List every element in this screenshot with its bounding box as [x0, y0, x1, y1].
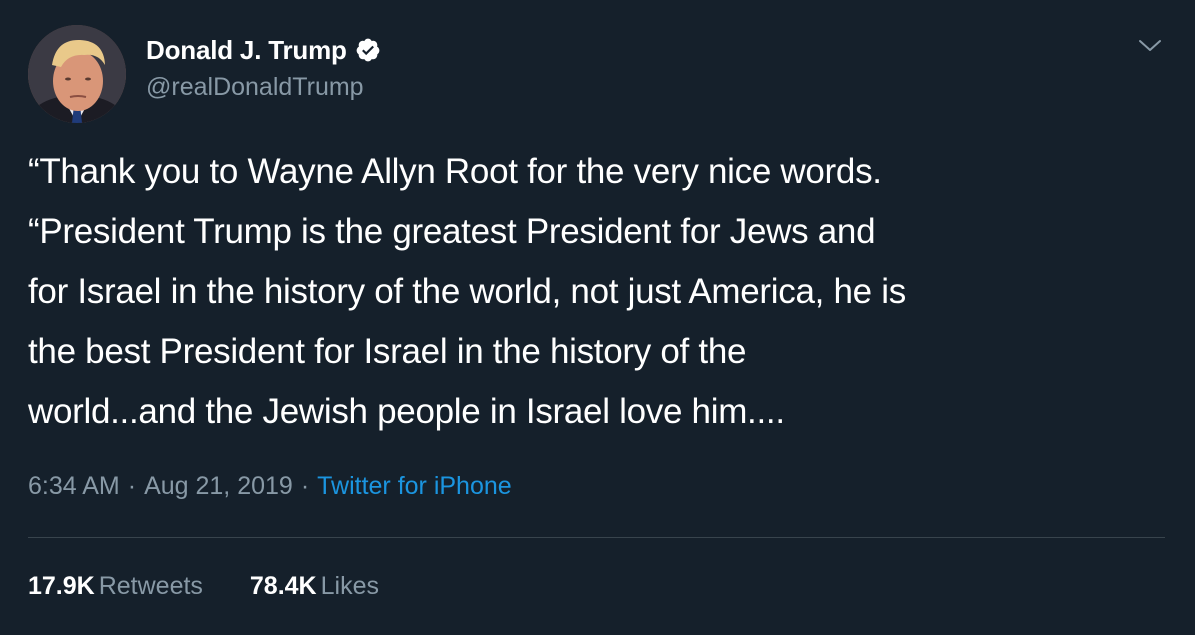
tweet-text-line: “Thank you to Wayne Allyn Root for the v…: [28, 152, 882, 191]
tweet-text-line: “President Trump is the greatest Preside…: [28, 212, 876, 251]
likes-label: Likes: [320, 572, 379, 600]
tweet-time[interactable]: 6:34 AM: [28, 472, 120, 500]
tweet-stats: 17.9K Retweets 78.4K Likes: [28, 572, 419, 601]
retweets-stat[interactable]: 17.9K Retweets: [28, 572, 203, 601]
tweet-text: “Thank you to Wayne Allyn Root for the v…: [28, 142, 1178, 442]
tweet-text-line: the best President for Israel in the his…: [28, 332, 747, 371]
likes-stat[interactable]: 78.4K Likes: [250, 572, 379, 601]
meta-separator: ·: [300, 472, 310, 500]
meta-separator: ·: [127, 472, 137, 500]
avatar[interactable]: [28, 25, 126, 123]
tweet-text-line: for Israel in the history of the world, …: [28, 272, 906, 311]
tweet-text-line: world...and the Jewish people in Israel …: [28, 392, 785, 431]
tweet-date[interactable]: Aug 21, 2019: [144, 472, 293, 500]
tweet-meta: 6:34 AM · Aug 21, 2019 · Twitter for iPhone: [28, 472, 512, 501]
divider: [28, 537, 1165, 538]
author-handle[interactable]: @realDonaldTrump: [146, 73, 364, 102]
retweets-count: 17.9K: [28, 572, 95, 600]
retweets-label: Retweets: [98, 572, 203, 600]
author-name-row: Donald J. Trump: [146, 33, 381, 67]
display-name[interactable]: Donald J. Trump: [146, 35, 347, 66]
tweet-source-link[interactable]: Twitter for iPhone: [317, 472, 512, 500]
likes-count: 78.4K: [249, 572, 317, 600]
tweet-card: Donald J. Trump @realDonaldTrump “Thank …: [0, 0, 1195, 635]
chevron-down-icon[interactable]: [1137, 36, 1163, 56]
verified-badge-icon: [356, 38, 380, 62]
